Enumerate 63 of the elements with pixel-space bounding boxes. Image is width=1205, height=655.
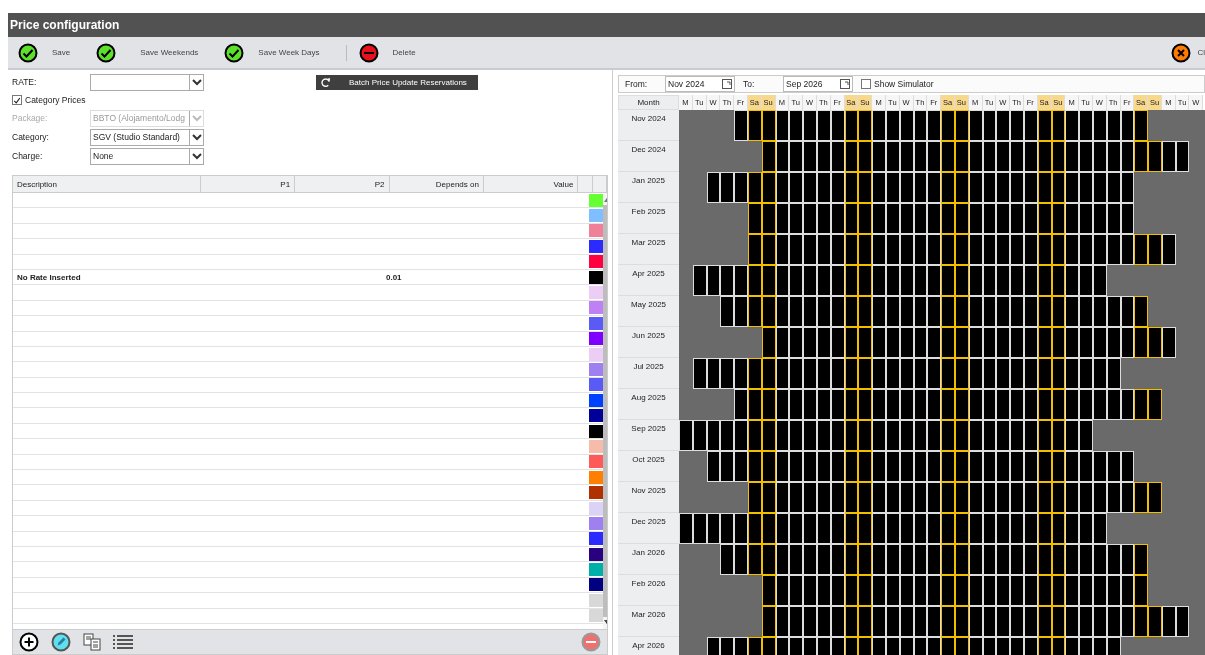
show-simulator-checkbox[interactable]: Show Simulator bbox=[861, 77, 934, 91]
dropdown-field[interactable]: SGV (Studio Standard) bbox=[90, 128, 204, 146]
month-label: Oct 2025 bbox=[632, 455, 665, 466]
rate-label: RATE: bbox=[12, 77, 38, 87]
column-header[interactable]: P1 bbox=[200, 176, 296, 192]
table-cell: No Rate Inserted bbox=[17, 272, 81, 282]
month-label: Mar 2025 bbox=[631, 238, 666, 249]
month-label: Mar 2026 bbox=[631, 610, 666, 621]
field-label: Category: bbox=[12, 132, 50, 142]
column-header[interactable]: Depends on bbox=[389, 176, 484, 192]
column-header[interactable]: P2 bbox=[295, 176, 390, 192]
column-header[interactable]: Value bbox=[483, 176, 579, 192]
add-icon[interactable] bbox=[19, 632, 39, 652]
delete-button[interactable]: Delete bbox=[358, 42, 416, 63]
field-label: Package: bbox=[12, 113, 49, 123]
caret-icon bbox=[191, 133, 202, 141]
save-button[interactable]: Save Week Days bbox=[224, 42, 320, 63]
month-label: Apr 2025 bbox=[632, 269, 665, 280]
month-label: Sep 2025 bbox=[631, 424, 666, 435]
month-label: Jun 2025 bbox=[632, 331, 665, 342]
calendar-icon[interactable] bbox=[722, 79, 732, 89]
month-label: Feb 2025 bbox=[631, 207, 666, 218]
from-label: From: bbox=[625, 79, 649, 89]
month-label: Jan 2026 bbox=[632, 548, 665, 559]
calendar-icon[interactable] bbox=[840, 79, 850, 89]
month-label: Dec 2025 bbox=[631, 517, 666, 528]
list-icon[interactable] bbox=[113, 634, 133, 650]
check-icon bbox=[96, 42, 117, 63]
from-date-field[interactable]: Nov 2024 bbox=[665, 76, 735, 92]
edit-icon[interactable] bbox=[51, 632, 71, 652]
to-label: To: bbox=[743, 79, 756, 89]
batch-update-button[interactable]: Batch Price Update Reservations bbox=[316, 74, 478, 90]
month-label: Feb 2026 bbox=[631, 579, 666, 590]
month-label: Jan 2025 bbox=[632, 176, 665, 187]
month-label: Dec 2024 bbox=[631, 145, 666, 156]
month-label: May 2025 bbox=[630, 300, 667, 311]
save-button[interactable]: Save Weekends bbox=[96, 42, 199, 63]
field-label: Charge: bbox=[12, 151, 44, 161]
window-title: Price configuration bbox=[10, 18, 120, 32]
to-date-field[interactable]: Sep 2026 bbox=[783, 76, 853, 92]
column-header[interactable]: Description bbox=[13, 176, 201, 192]
caret-icon bbox=[191, 114, 202, 122]
minus-icon bbox=[358, 42, 379, 63]
caret-icon bbox=[191, 152, 202, 160]
month-label: Apr 2026 bbox=[632, 641, 665, 652]
dropdown-field[interactable]: None bbox=[90, 147, 204, 165]
month-label: Nov 2025 bbox=[631, 486, 666, 497]
check-icon bbox=[224, 42, 245, 63]
month-header: Month bbox=[618, 95, 679, 110]
close-icon bbox=[1171, 42, 1192, 63]
month-label: Jul 2025 bbox=[633, 362, 664, 373]
refresh-icon bbox=[320, 76, 331, 88]
copy-icon[interactable] bbox=[83, 633, 101, 651]
category-prices-checkbox[interactable]: Category Prices bbox=[12, 93, 608, 107]
check-icon bbox=[18, 42, 38, 63]
month-label: Aug 2025 bbox=[631, 393, 666, 404]
remove-icon[interactable] bbox=[581, 632, 601, 652]
check-icon bbox=[13, 95, 21, 105]
save-button[interactable]: Save bbox=[18, 42, 71, 63]
close-button[interactable]: Cl bbox=[1171, 42, 1205, 63]
table-cell: 0.01 bbox=[386, 272, 402, 282]
caret-icon bbox=[191, 78, 202, 86]
month-label: Nov 2024 bbox=[631, 114, 666, 125]
